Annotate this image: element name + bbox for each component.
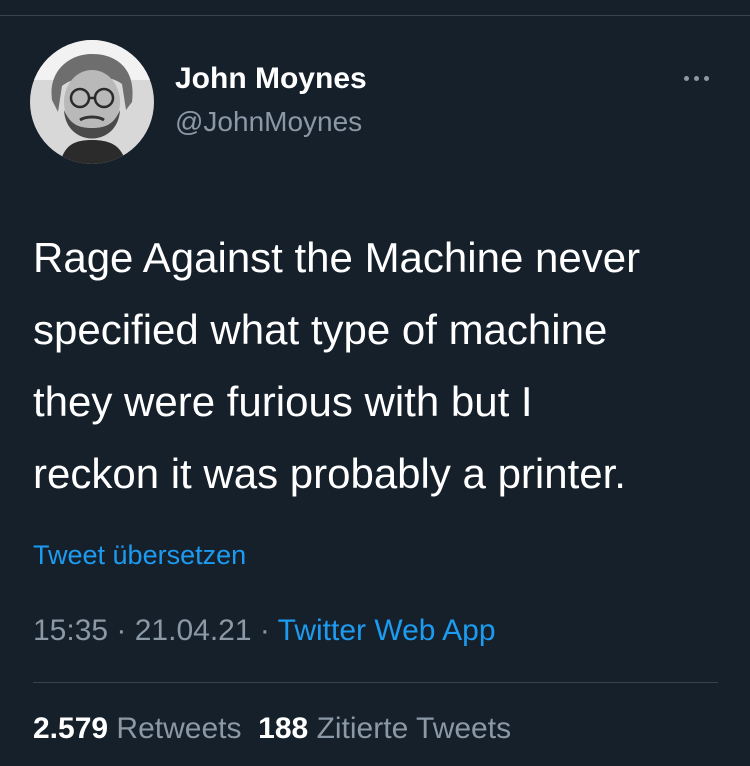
tweet-text-line: reckon it was probably a printer. bbox=[33, 450, 626, 497]
tweet-text: Rage Against the Machine never specified… bbox=[33, 222, 733, 510]
quotes-count: 188 bbox=[258, 712, 309, 745]
retweets-count: 2.579 bbox=[33, 712, 109, 745]
tweet-source-link[interactable]: Twitter Web App bbox=[278, 614, 496, 647]
meta-separator: · bbox=[108, 614, 135, 647]
tweet-text-line: Rage Against the Machine never bbox=[33, 234, 641, 281]
user-avatar-photo-icon bbox=[30, 40, 154, 164]
stats-divider bbox=[33, 682, 718, 683]
user-name[interactable]: John Moynes bbox=[175, 62, 367, 96]
top-divider bbox=[0, 15, 750, 16]
quotes-label: Zitierte Tweets bbox=[316, 712, 512, 745]
more-horizontal-icon[interactable] bbox=[676, 68, 716, 88]
retweets-label: Retweets bbox=[116, 712, 242, 745]
retweets-stat[interactable]: 2.579 Retweets bbox=[33, 712, 241, 745]
tweet-date[interactable]: 21.04.21 bbox=[135, 614, 252, 647]
tweet-text-line: specified what type of machine bbox=[33, 306, 608, 353]
tweet-text-line: they were furious with but I bbox=[33, 378, 533, 425]
translate-tweet-link[interactable]: Tweet übersetzen bbox=[33, 540, 246, 571]
avatar[interactable] bbox=[30, 40, 154, 164]
tweet-time[interactable]: 15:35 bbox=[33, 614, 108, 647]
more-dot bbox=[683, 75, 689, 81]
quote-tweets-stat[interactable]: 188 Zitierte Tweets bbox=[258, 712, 511, 745]
more-dot bbox=[703, 75, 709, 81]
tweet-meta: 15:35 · 21.04.21 · Twitter Web App bbox=[33, 614, 496, 648]
more-dot bbox=[693, 75, 699, 81]
user-handle[interactable]: @JohnMoynes bbox=[175, 106, 362, 138]
meta-separator: · bbox=[251, 614, 278, 647]
tweet-stats: 2.579 Retweets 188 Zitierte Tweets bbox=[33, 712, 511, 746]
